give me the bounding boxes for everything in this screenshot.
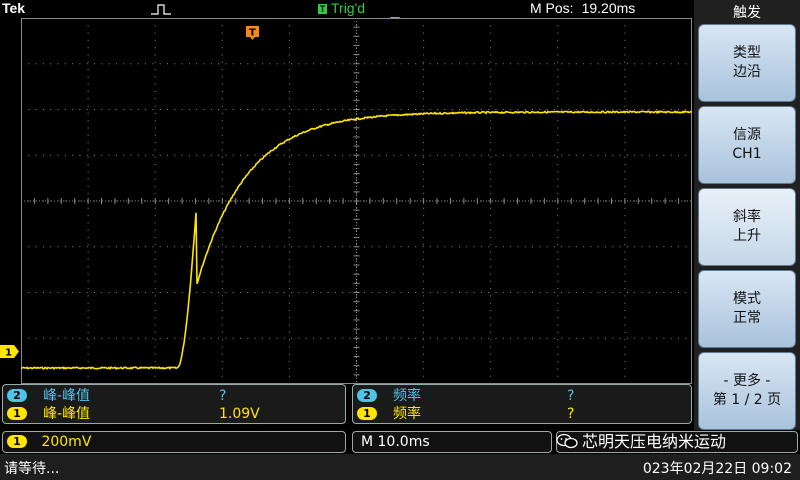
measurement-name: 频率 <box>393 406 421 422</box>
measurement-value: 1.09V <box>219 406 260 422</box>
pulse-icon <box>151 4 171 15</box>
horizontal-position: M Pos: 19.20ms <box>530 0 635 16</box>
measurement-value: ? <box>567 406 575 422</box>
date-time: 023年02月22日 09:02 <box>642 461 792 477</box>
menu-button-value: CH1 <box>732 146 762 162</box>
brand-logo: Tek <box>2 0 26 16</box>
trigger-level-marker[interactable]: T <box>246 26 259 40</box>
ch1-badge: 1 <box>7 435 27 448</box>
mpos-label: M Pos: <box>530 0 574 16</box>
menu-title: 触发 <box>733 5 761 21</box>
waveform-graticule <box>21 18 692 384</box>
menu-button-page: 第 1 / 2 页 <box>712 392 782 408</box>
timebase-value: M 10.0ms <box>361 434 430 450</box>
watermark-text: 芯明天压电纳米运动 <box>582 432 727 451</box>
status-message: 请等待... <box>4 461 60 477</box>
ch1-badge: 1 <box>7 407 27 420</box>
menu-button-label: 类型 <box>733 45 761 61</box>
waveform-display[interactable] <box>21 18 692 384</box>
menu-button-slope[interactable]: 斜率 上升 <box>698 188 796 266</box>
measurement-panel-left[interactable]: 2 峰-峰值 ? 1 峰-峰值 1.09V <box>2 384 346 424</box>
menu-button-label: 斜率 <box>733 209 761 225</box>
menu-button-type[interactable]: 类型 边沿 <box>698 24 796 102</box>
menu-button-label: - 更多 - <box>723 373 771 389</box>
measurement-row: 2 峰-峰值 ? <box>7 387 343 405</box>
measurement-value: ? <box>219 388 227 404</box>
ch2-badge: 2 <box>357 389 377 402</box>
menu-button-label: 模式 <box>733 291 761 307</box>
ch2-badge: 2 <box>7 389 27 402</box>
menu-button-value: 正常 <box>733 310 761 326</box>
menu-button-more[interactable]: - 更多 - 第 1 / 2 页 <box>698 352 796 430</box>
measurement-panel-right[interactable]: 2 频率 ? 1 频率 ? <box>352 384 692 424</box>
measurement-row: 1 峰-峰值 1.09V <box>7 405 343 423</box>
measurement-name: 峰-峰值 <box>43 406 91 422</box>
trigger-status-icon: T <box>318 4 327 14</box>
ch1-level-label: 1 <box>5 348 12 359</box>
menu-button-value: 边沿 <box>733 64 761 80</box>
trigger-side-menu: 触发 类型 边沿 信源 CH1 斜率 上升 模式 正常 - 更多 - 第 1 /… <box>694 0 800 454</box>
ch1-badge: 1 <box>357 407 377 420</box>
measurement-name: 峰-峰值 <box>43 388 91 404</box>
ch1-scale-value: 200mV <box>41 434 92 450</box>
measurement-row: 1 频率 ? <box>357 405 689 423</box>
ch1-level-marker[interactable]: 1 <box>0 345 19 358</box>
watermark: 芯明天压电纳米运动 <box>556 430 726 454</box>
menu-button-value: 上升 <box>733 228 761 244</box>
measurement-name: 频率 <box>393 388 421 404</box>
mpos-value: 19.20ms <box>581 0 636 16</box>
timebase-field[interactable]: M 10.0ms <box>352 431 552 453</box>
ch1-scale-field[interactable]: 1 200mV <box>2 431 346 453</box>
trigger-marker-label: T <box>249 28 256 39</box>
status-bar: 请等待... 023年02月22日 09:02 <box>0 454 800 480</box>
menu-button-label: 信源 <box>733 127 761 143</box>
menu-button-source[interactable]: 信源 CH1 <box>698 106 796 184</box>
menu-button-mode[interactable]: 模式 正常 <box>698 270 796 348</box>
top-status-bar: Tek T Trig'd M Pos: 19.20ms <box>0 0 692 18</box>
measurement-row: 2 频率 ? <box>357 387 689 405</box>
measurement-value: ? <box>567 388 575 404</box>
trigger-status-label: Trig'd <box>331 0 366 16</box>
trigger-status: T Trig'd <box>318 0 365 16</box>
wechat-icon <box>556 433 578 449</box>
